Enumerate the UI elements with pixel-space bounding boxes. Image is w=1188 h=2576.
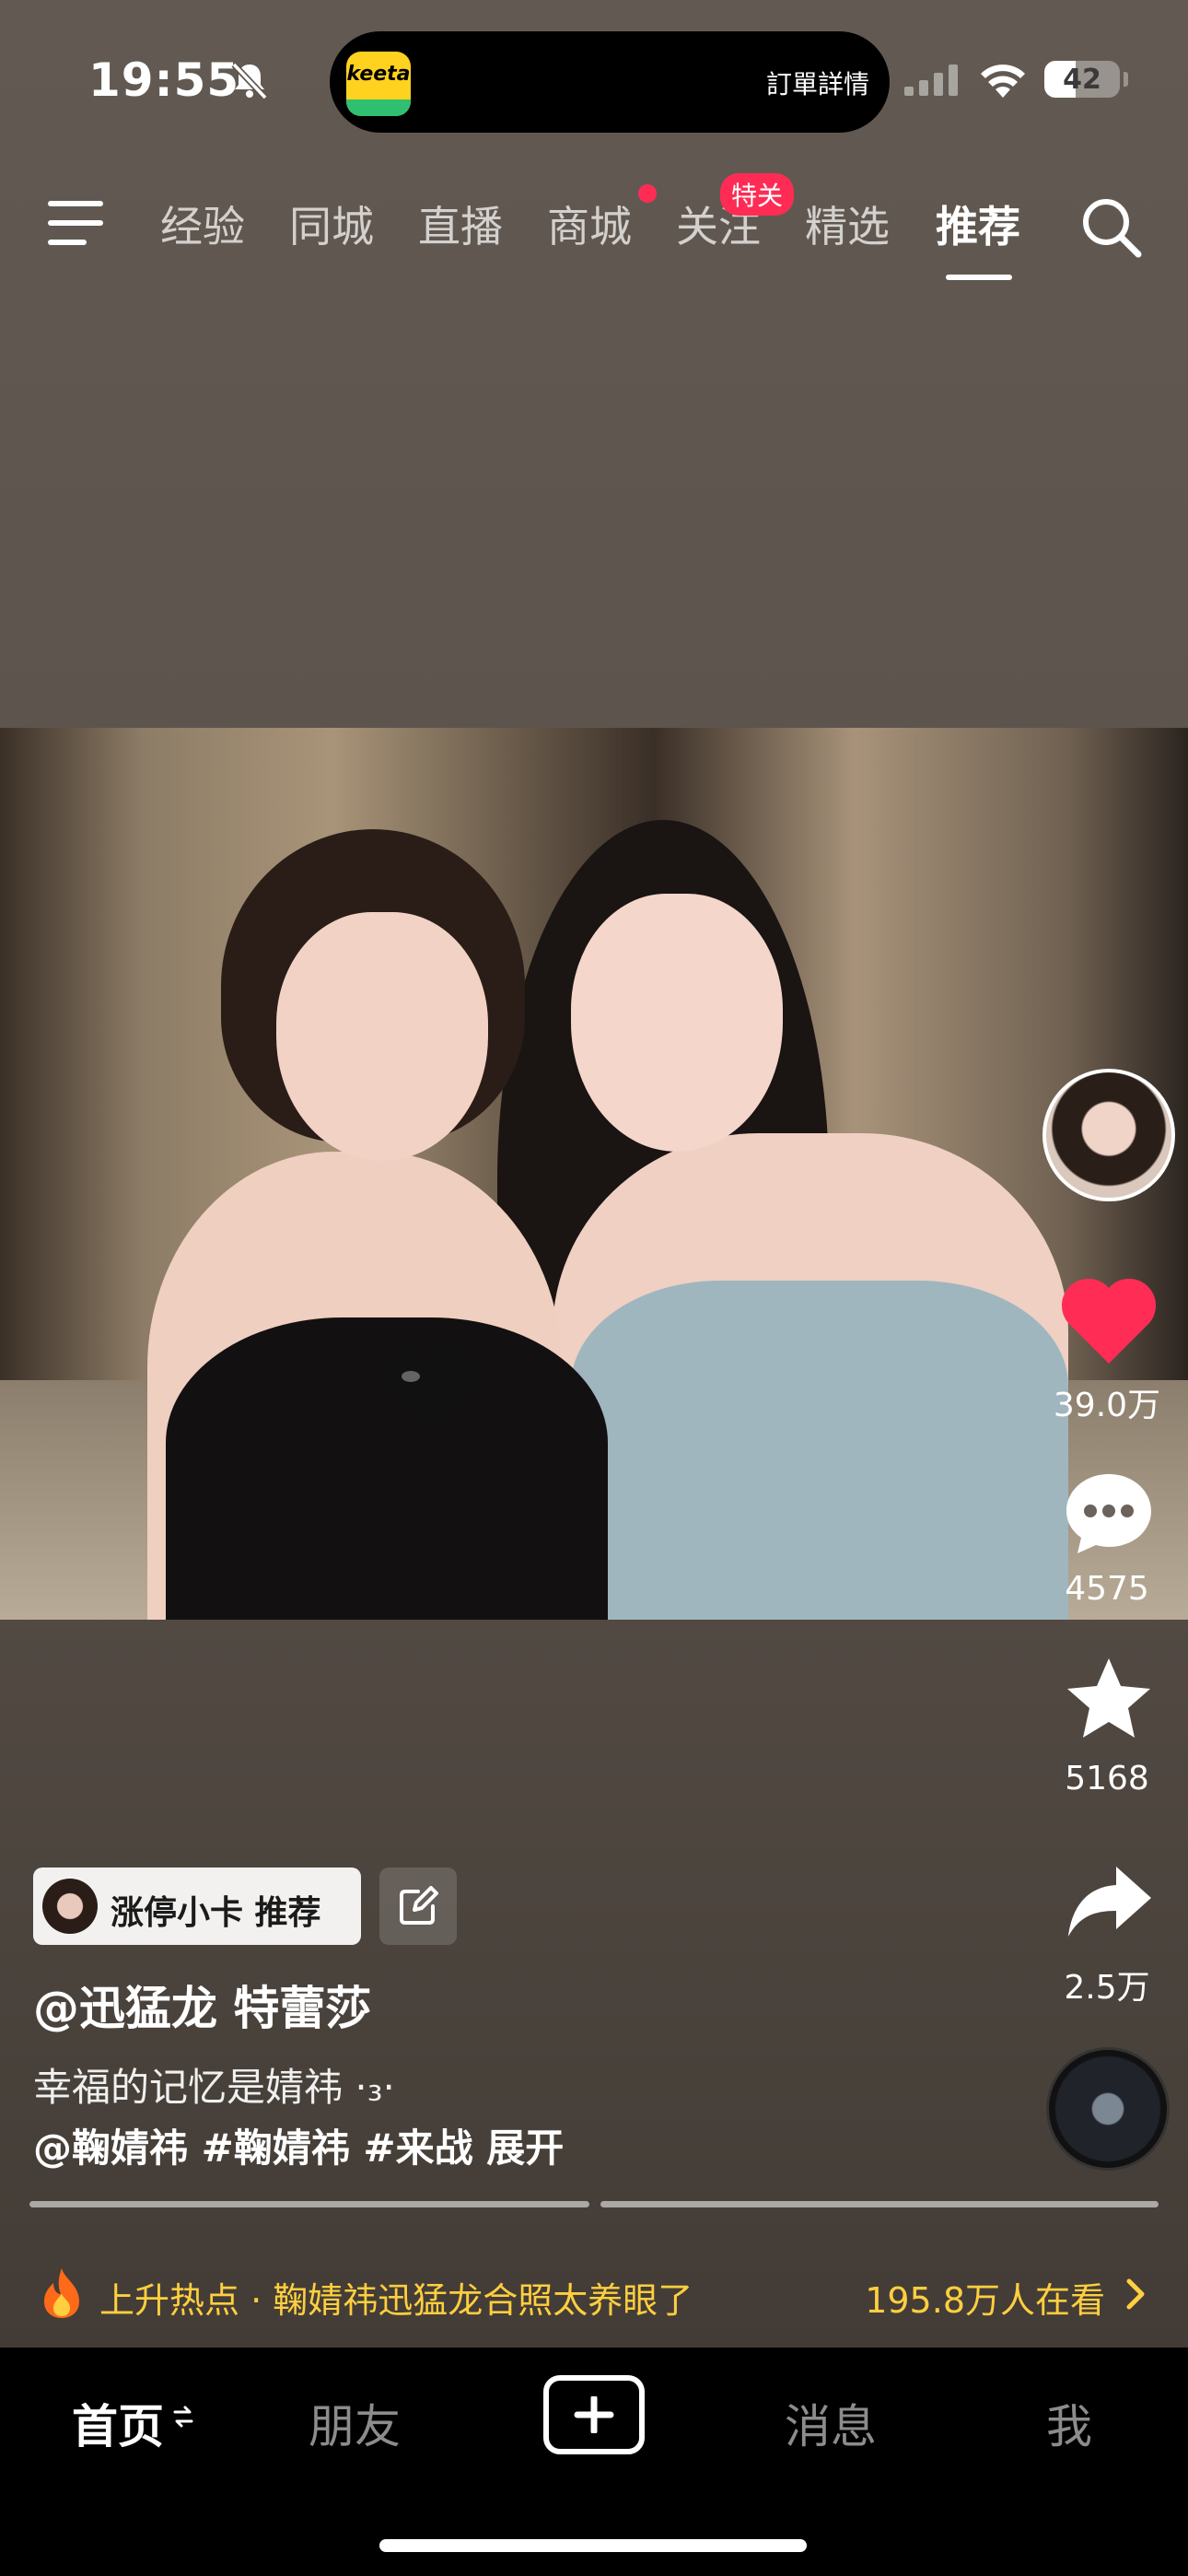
music-disc[interactable] [1046, 2047, 1170, 2171]
create-post-button[interactable] [543, 2375, 645, 2454]
active-tab-underline [946, 275, 1012, 280]
like-count: 39.0万 [1053, 1387, 1161, 1424]
cellular-signal-icon [904, 64, 958, 96]
fire-icon [44, 2268, 79, 2318]
edit-button[interactable] [379, 1868, 457, 1945]
caption-hashtags[interactable]: @鞠婧祎 #鞠婧祎 #来战 展开 [33, 2117, 564, 2173]
tab-live[interactable]: 直播 [418, 193, 503, 254]
post-photo[interactable] [0, 728, 1188, 1620]
special-follow-badge: 特关 [720, 173, 795, 216]
creator-avatar[interactable] [1042, 1069, 1175, 1201]
battery-cap [1124, 72, 1128, 87]
hot-topic-text[interactable]: 上升热点 · 鞠婧祎迅猛龙合照太养眼了 [99, 2272, 693, 2323]
swap-icon[interactable] [171, 2403, 195, 2430]
home-indicator [379, 2539, 807, 2552]
island-order-text: 訂單詳情 [765, 69, 869, 100]
share-count: 2.5万 [1064, 1969, 1150, 2007]
menu-icon[interactable] [48, 201, 107, 249]
search-icon[interactable] [1077, 193, 1144, 260]
battery-indicator: 42 [1044, 61, 1120, 98]
comment-icon[interactable] [1059, 1469, 1159, 1557]
recommend-chip[interactable]: 涨停小卡 推荐 [33, 1868, 361, 1945]
tab-recommend[interactable]: 推荐 [936, 193, 1020, 254]
tab-messages[interactable]: 消息 [785, 2390, 877, 2456]
hot-viewers-count[interactable]: 195.8万人在看 [865, 2272, 1105, 2323]
chevron-right-icon[interactable] [1122, 2276, 1149, 2313]
tab-same-city[interactable]: 同城 [289, 193, 374, 254]
favorite-count: 5168 [1065, 1760, 1149, 1797]
status-time: 19:55 [88, 53, 240, 107]
share-arrow-icon[interactable] [1059, 1859, 1159, 1948]
tab-mall[interactable]: 商城 [547, 193, 632, 254]
comment-count: 4575 [1065, 1570, 1149, 1608]
caption-text: 幸福的记忆是婧祎 ·₃· [33, 2065, 395, 2110]
tab-featured[interactable]: 精选 [805, 193, 890, 254]
wifi-icon [981, 64, 1025, 98]
favorite-star-icon[interactable] [1059, 1655, 1159, 1743]
chip-avatar [42, 1879, 98, 1934]
tab-me[interactable]: 我 [1046, 2390, 1092, 2456]
tab-experience[interactable]: 经验 [160, 193, 245, 254]
plus-icon [574, 2396, 614, 2433]
keeta-app-icon: keeta [346, 52, 411, 116]
like-heart-icon[interactable] [1059, 1279, 1159, 1367]
edit-icon [400, 1886, 438, 1925]
tab-home[interactable]: 首页 [72, 2390, 164, 2456]
progress-segment-2 [600, 2201, 1159, 2207]
author-name[interactable]: @迅猛龙 特蕾莎 [33, 1972, 371, 2038]
progress-segment-1 [29, 2201, 589, 2207]
tab-friends[interactable]: 朋友 [309, 2390, 401, 2456]
dynamic-island[interactable]: keeta 訂單詳情 [330, 31, 890, 133]
black-heart-sticker [382, 1347, 480, 1434]
mall-notification-dot [638, 184, 657, 203]
bell-muted-icon [231, 62, 268, 100]
recommend-chip-label: 涨停小卡 推荐 [111, 1894, 321, 1932]
